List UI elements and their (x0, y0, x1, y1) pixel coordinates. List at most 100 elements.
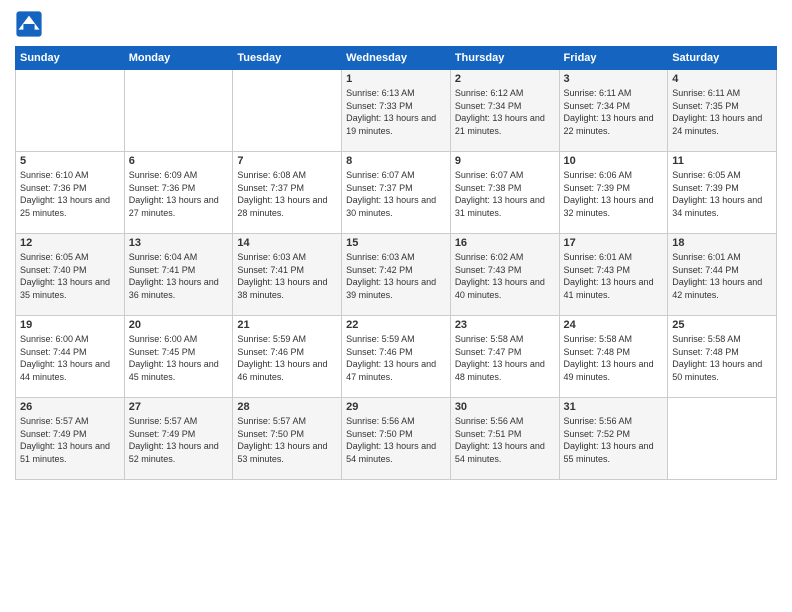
day-info: Sunrise: 6:03 AM Sunset: 7:42 PM Dayligh… (346, 251, 446, 301)
day-number: 30 (455, 401, 555, 413)
day-info: Sunrise: 6:00 AM Sunset: 7:44 PM Dayligh… (20, 333, 120, 383)
day-number: 1 (346, 73, 446, 85)
day-number: 29 (346, 401, 446, 413)
calendar-table: SundayMondayTuesdayWednesdayThursdayFrid… (15, 46, 777, 480)
day-number: 16 (455, 237, 555, 249)
day-cell: 25 Sunrise: 5:58 AM Sunset: 7:48 PM Dayli… (668, 316, 777, 398)
day-header-thursday: Thursday (450, 47, 559, 70)
day-cell: 15 Sunrise: 6:03 AM Sunset: 7:42 PM Dayli… (342, 234, 451, 316)
day-cell (668, 398, 777, 480)
day-info: Sunrise: 5:57 AM Sunset: 7:49 PM Dayligh… (20, 415, 120, 465)
day-number: 8 (346, 155, 446, 167)
header-row: SundayMondayTuesdayWednesdayThursdayFrid… (16, 47, 777, 70)
day-cell: 17 Sunrise: 6:01 AM Sunset: 7:43 PM Dayli… (559, 234, 668, 316)
day-info: Sunrise: 5:58 AM Sunset: 7:48 PM Dayligh… (564, 333, 664, 383)
day-cell (16, 70, 125, 152)
day-cell: 13Sunrise: 6:04 AM Sunset: 7:41 PM Dayli… (124, 234, 233, 316)
day-header-friday: Friday (559, 47, 668, 70)
day-info: Sunrise: 6:07 AM Sunset: 7:37 PM Dayligh… (346, 169, 446, 219)
day-number: 27 (129, 401, 229, 413)
day-number: 2 (455, 73, 555, 85)
day-header-saturday: Saturday (668, 47, 777, 70)
day-number: 23 (455, 319, 555, 331)
day-number: 15 (346, 237, 446, 249)
day-info: Sunrise: 6:01 AM Sunset: 7:44 PM Dayligh… (672, 251, 772, 301)
day-header-sunday: Sunday (16, 47, 125, 70)
day-cell: 7Sunrise: 6:08 AM Sunset: 7:37 PM Daylig… (233, 152, 342, 234)
day-number: 28 (237, 401, 337, 413)
day-number: 19 (20, 319, 120, 331)
week-row-0: 1 Sunrise: 6:13 AM Sunset: 7:33 PM Daylig… (16, 70, 777, 152)
day-cell: 4 Sunrise: 6:11 AM Sunset: 7:35 PM Daylig… (668, 70, 777, 152)
day-info: Sunrise: 6:00 AM Sunset: 7:45 PM Dayligh… (129, 333, 229, 383)
day-info: Sunrise: 6:13 AM Sunset: 7:33 PM Dayligh… (346, 87, 446, 137)
day-number: 10 (564, 155, 664, 167)
logo-icon (15, 10, 43, 38)
day-cell: 22Sunrise: 5:59 AM Sunset: 7:46 PM Dayli… (342, 316, 451, 398)
day-info: Sunrise: 5:59 AM Sunset: 7:46 PM Dayligh… (346, 333, 446, 383)
day-cell: 23 Sunrise: 5:58 AM Sunset: 7:47 PM Dayli… (450, 316, 559, 398)
day-info: Sunrise: 5:58 AM Sunset: 7:48 PM Dayligh… (672, 333, 772, 383)
day-cell (233, 70, 342, 152)
day-info: Sunrise: 5:57 AM Sunset: 7:49 PM Dayligh… (129, 415, 229, 465)
week-row-4: 26 Sunrise: 5:57 AM Sunset: 7:49 PM Dayli… (16, 398, 777, 480)
day-cell: 26 Sunrise: 5:57 AM Sunset: 7:49 PM Dayli… (16, 398, 125, 480)
day-number: 18 (672, 237, 772, 249)
week-row-2: 12Sunrise: 6:05 AM Sunset: 7:40 PM Dayli… (16, 234, 777, 316)
header (15, 10, 777, 38)
day-info: Sunrise: 6:03 AM Sunset: 7:41 PM Dayligh… (237, 251, 337, 301)
day-cell: 11Sunrise: 6:05 AM Sunset: 7:39 PM Dayli… (668, 152, 777, 234)
day-cell: 5Sunrise: 6:10 AM Sunset: 7:36 PM Daylig… (16, 152, 125, 234)
day-info: Sunrise: 6:12 AM Sunset: 7:34 PM Dayligh… (455, 87, 555, 137)
day-number: 25 (672, 319, 772, 331)
day-cell (124, 70, 233, 152)
day-info: Sunrise: 5:56 AM Sunset: 7:52 PM Dayligh… (564, 415, 664, 465)
day-info: Sunrise: 6:11 AM Sunset: 7:35 PM Dayligh… (672, 87, 772, 137)
day-cell: 20 Sunrise: 6:00 AM Sunset: 7:45 PM Dayli… (124, 316, 233, 398)
day-number: 17 (564, 237, 664, 249)
day-cell: 6 Sunrise: 6:09 AM Sunset: 7:36 PM Daylig… (124, 152, 233, 234)
day-cell: 27 Sunrise: 5:57 AM Sunset: 7:49 PM Dayli… (124, 398, 233, 480)
page: SundayMondayTuesdayWednesdayThursdayFrid… (0, 0, 792, 612)
day-number: 11 (672, 155, 772, 167)
day-cell: 12Sunrise: 6:05 AM Sunset: 7:40 PM Dayli… (16, 234, 125, 316)
day-cell: 10 Sunrise: 6:06 AM Sunset: 7:39 PM Dayli… (559, 152, 668, 234)
day-number: 4 (672, 73, 772, 85)
day-number: 6 (129, 155, 229, 167)
day-number: 20 (129, 319, 229, 331)
day-cell: 18 Sunrise: 6:01 AM Sunset: 7:44 PM Dayli… (668, 234, 777, 316)
day-info: Sunrise: 6:02 AM Sunset: 7:43 PM Dayligh… (455, 251, 555, 301)
day-cell: 24 Sunrise: 5:58 AM Sunset: 7:48 PM Dayli… (559, 316, 668, 398)
day-info: Sunrise: 6:06 AM Sunset: 7:39 PM Dayligh… (564, 169, 664, 219)
day-number: 7 (237, 155, 337, 167)
day-cell: 28 Sunrise: 5:57 AM Sunset: 7:50 PM Dayli… (233, 398, 342, 480)
day-info: Sunrise: 6:09 AM Sunset: 7:36 PM Dayligh… (129, 169, 229, 219)
day-cell: 14 Sunrise: 6:03 AM Sunset: 7:41 PM Dayli… (233, 234, 342, 316)
day-cell: 16 Sunrise: 6:02 AM Sunset: 7:43 PM Dayli… (450, 234, 559, 316)
day-info: Sunrise: 6:07 AM Sunset: 7:38 PM Dayligh… (455, 169, 555, 219)
logo (15, 10, 47, 38)
day-number: 24 (564, 319, 664, 331)
day-info: Sunrise: 5:59 AM Sunset: 7:46 PM Dayligh… (237, 333, 337, 383)
day-cell: 31 Sunrise: 5:56 AM Sunset: 7:52 PM Dayli… (559, 398, 668, 480)
day-cell: 29 Sunrise: 5:56 AM Sunset: 7:50 PM Dayli… (342, 398, 451, 480)
day-info: Sunrise: 5:56 AM Sunset: 7:50 PM Dayligh… (346, 415, 446, 465)
day-info: Sunrise: 5:56 AM Sunset: 7:51 PM Dayligh… (455, 415, 555, 465)
day-cell: 9Sunrise: 6:07 AM Sunset: 7:38 PM Daylig… (450, 152, 559, 234)
day-info: Sunrise: 6:11 AM Sunset: 7:34 PM Dayligh… (564, 87, 664, 137)
day-number: 14 (237, 237, 337, 249)
day-number: 13 (129, 237, 229, 249)
day-number: 3 (564, 73, 664, 85)
day-cell: 1 Sunrise: 6:13 AM Sunset: 7:33 PM Daylig… (342, 70, 451, 152)
day-info: Sunrise: 6:01 AM Sunset: 7:43 PM Dayligh… (564, 251, 664, 301)
day-cell: 30 Sunrise: 5:56 AM Sunset: 7:51 PM Dayli… (450, 398, 559, 480)
day-cell: 19 Sunrise: 6:00 AM Sunset: 7:44 PM Dayli… (16, 316, 125, 398)
week-row-1: 5Sunrise: 6:10 AM Sunset: 7:36 PM Daylig… (16, 152, 777, 234)
week-row-3: 19 Sunrise: 6:00 AM Sunset: 7:44 PM Dayli… (16, 316, 777, 398)
day-header-monday: Monday (124, 47, 233, 70)
day-info: Sunrise: 5:57 AM Sunset: 7:50 PM Dayligh… (237, 415, 337, 465)
day-cell: 8 Sunrise: 6:07 AM Sunset: 7:37 PM Daylig… (342, 152, 451, 234)
day-info: Sunrise: 5:58 AM Sunset: 7:47 PM Dayligh… (455, 333, 555, 383)
day-number: 31 (564, 401, 664, 413)
day-number: 26 (20, 401, 120, 413)
